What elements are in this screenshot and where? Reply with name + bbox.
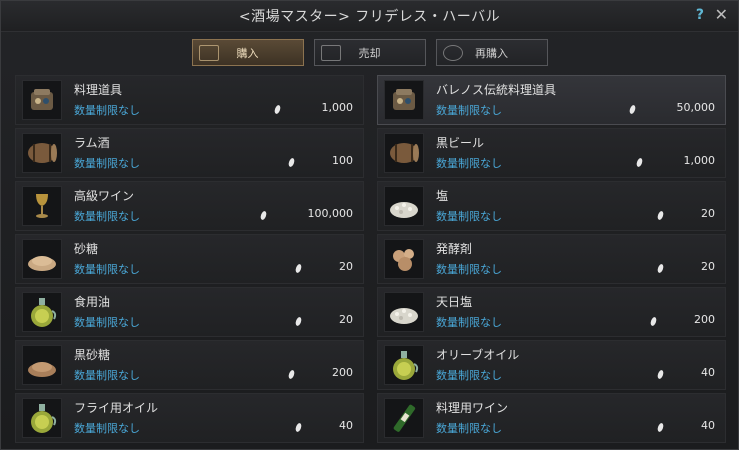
tab-repurchase[interactable]: 再購入: [435, 39, 548, 66]
item-name: 料理用ワイン: [436, 401, 509, 415]
cooking-utensil-icon: [384, 80, 424, 120]
oil-jar-icon: [22, 292, 62, 332]
item-quantity-limit: 数量制限なし: [436, 369, 502, 382]
shop-item[interactable]: ラム酒数量制限なし 100: [15, 128, 364, 178]
silver-coin-icon: [287, 369, 296, 380]
item-quantity-limit: 数量制限なし: [74, 157, 140, 170]
item-name: 黒砂糖: [74, 348, 111, 362]
tab-sell-label: 売却: [358, 46, 381, 60]
shop-item[interactable]: 黒ビール数量制限なし 1,000: [377, 128, 726, 178]
item-price: 40: [701, 366, 715, 379]
item-price: 100,000: [307, 207, 354, 220]
silver-coin-icon: [649, 316, 658, 327]
item-quantity-limit: 数量制限なし: [74, 422, 140, 435]
item-price: 200: [332, 366, 353, 379]
item-column-right: バレノス伝統料理道具 数量制限なし 50,000 黒ビール 数量制限なし 1,000 塩数量…: [377, 75, 726, 446]
item-name: 砂糖: [74, 242, 99, 256]
item-quantity-limit: 数量制限なし: [436, 422, 502, 435]
item-price: 20: [339, 260, 353, 273]
salt-pile-icon: [384, 186, 424, 226]
salt-pile-icon: [384, 292, 424, 332]
oil-jar-icon: [384, 345, 424, 385]
item-quantity-limit: 数量制限なし: [436, 263, 502, 276]
item-column-left: 料理道具 数量制限なし 1,000 ラム酒 数量制限なし 100 高級ワイン 数量制限なし 10…: [15, 75, 364, 446]
tab-sell[interactable]: 売却: [313, 39, 426, 66]
silver-coin-icon: [294, 422, 303, 433]
item-name: 黒ビール: [436, 136, 485, 150]
oil-jar-icon: [22, 398, 62, 438]
item-quantity-limit: 数量制限なし: [436, 157, 502, 170]
item-name: バレノス伝統料理道具: [436, 83, 557, 97]
item-name: 発酵剤: [436, 242, 473, 256]
item-price: 40: [339, 419, 353, 432]
shop-item[interactable]: 砂糖数量制限なし 20: [15, 234, 364, 284]
item-quantity-limit: 数量制限なし: [74, 104, 140, 117]
cooking-utensil-icon: [22, 80, 62, 120]
item-price: 200: [694, 313, 715, 326]
yeast-icon: [384, 239, 424, 279]
item-price: 50,000: [676, 101, 716, 114]
tab-buy[interactable]: 購入: [191, 39, 304, 66]
tab-repurchase-label: 再購入: [475, 46, 508, 60]
item-name: 高級ワイン: [74, 189, 135, 203]
silver-coin-icon: [273, 104, 282, 115]
sugar-pile-icon: [22, 239, 62, 279]
shop-item[interactable]: 発酵剤数量制限なし 20: [377, 234, 726, 284]
silver-coin-icon: [656, 422, 665, 433]
item-quantity-limit: 数量制限なし: [74, 316, 140, 329]
silver-coin-icon: [294, 263, 303, 274]
item-name: 天日塩: [436, 295, 473, 309]
shop-item[interactable]: 食用油数量制限なし 20: [15, 287, 364, 337]
silver-coin-icon: [259, 210, 268, 221]
shop-item[interactable]: フライ用オイル 数量制限なし 40: [15, 393, 364, 443]
barrel-icon: [22, 133, 62, 173]
silver-coin-icon: [656, 369, 665, 380]
item-price: 20: [701, 260, 715, 273]
silver-coin-icon: [656, 210, 665, 221]
item-price: 20: [701, 207, 715, 220]
shop-tabs: 購入 売却 再購入: [1, 39, 738, 67]
help-icon[interactable]: ?: [696, 7, 704, 23]
close-icon[interactable]: ✕: [715, 5, 728, 24]
item-name: 食用油: [74, 295, 111, 309]
shop-item[interactable]: 料理用ワイン 数量制限なし 40: [377, 393, 726, 443]
shop-item[interactable]: 黒砂糖数量制限なし 200: [15, 340, 364, 390]
silver-coin-icon: [294, 316, 303, 327]
item-price: 100: [332, 154, 353, 167]
shop-item[interactable]: 高級ワイン数量制限なし 100,000: [15, 181, 364, 231]
brown-sugar-pile-icon: [22, 345, 62, 385]
wine-bottle-icon: [384, 398, 424, 438]
item-name: 塩: [436, 189, 449, 203]
item-quantity-limit: 数量制限なし: [74, 210, 140, 223]
shop-item[interactable]: バレノス伝統料理道具 数量制限なし 50,000: [377, 75, 726, 125]
item-name: オリーブオイル: [436, 348, 520, 362]
shop-item[interactable]: 天日塩数量制限なし 200: [377, 287, 726, 337]
silver-coin-icon: [287, 157, 296, 168]
silver-coin-icon: [635, 157, 644, 168]
item-name: 料理道具: [74, 83, 123, 97]
silver-coin-icon: [656, 263, 665, 274]
item-price: 1,000: [321, 101, 354, 114]
shop-window: <酒場マスター> フリデレス・ハーバル ? ✕ 購入 売却 再購入 料理道具数量…: [0, 0, 739, 450]
silver-coin-icon: [628, 104, 637, 115]
item-price: 1,000: [683, 154, 716, 167]
shop-item[interactable]: 塩数量制限なし 20: [377, 181, 726, 231]
wine-glass-icon: [22, 186, 62, 226]
window-title: <酒場マスター> フリデレス・ハーバル: [238, 9, 501, 25]
tab-buy-label: 購入: [236, 46, 259, 60]
item-price: 20: [339, 313, 353, 326]
item-quantity-limit: 数量制限なし: [74, 369, 140, 382]
shop-item[interactable]: 料理道具数量制限なし 1,000: [15, 75, 364, 125]
item-name: フライ用オイル: [74, 401, 159, 415]
shop-item[interactable]: オリーブオイル 数量制限なし 40: [377, 340, 726, 390]
item-name: ラム酒: [74, 136, 110, 150]
item-quantity-limit: 数量制限なし: [436, 210, 502, 223]
title-bar[interactable]: <酒場マスター> フリデレス・ハーバル ? ✕: [1, 1, 738, 32]
item-quantity-limit: 数量制限なし: [74, 263, 140, 276]
item-price: 40: [701, 419, 715, 432]
item-quantity-limit: 数量制限なし: [436, 104, 502, 117]
item-quantity-limit: 数量制限なし: [436, 316, 502, 329]
barrel-icon: [384, 133, 424, 173]
